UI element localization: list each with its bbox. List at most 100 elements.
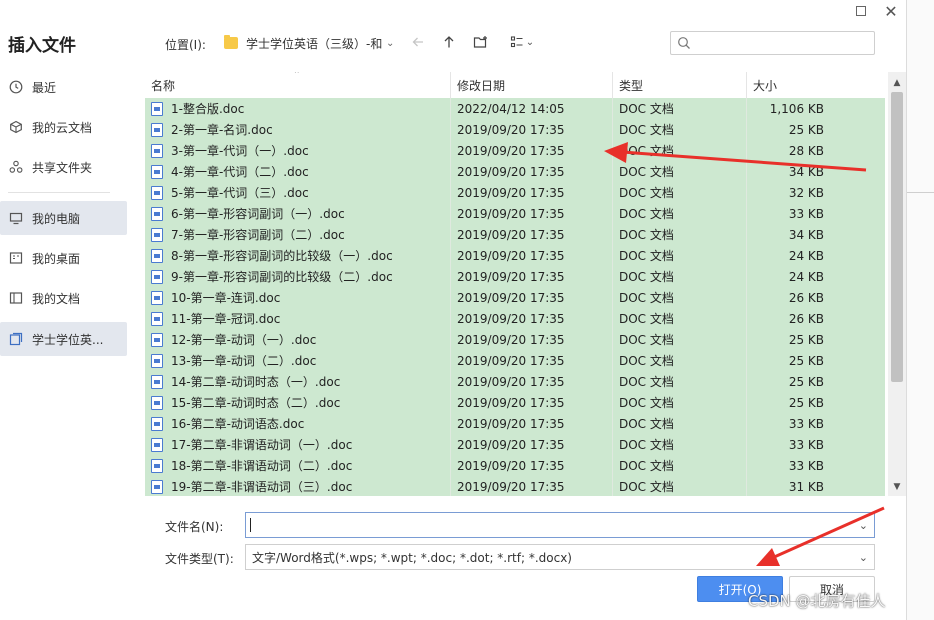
filename-input[interactable]: ⌄ [245,512,875,538]
scrollbar-thumb[interactable] [891,92,903,382]
desktop-icon [8,250,24,266]
file-name-cell: 3-第一章-代词（一）.doc [145,140,451,161]
file-row[interactable]: 3-第一章-代词（一）.doc 2019/09/20 17:35 DOC 文档 28 … [145,140,885,161]
sidebar-item-cloud-docs[interactable]: 我的云文档 [0,110,127,144]
file-row[interactable]: 9-第一章-形容词副词的比较级（二）.doc 2019/09/20 17:35 DO… [145,266,885,287]
close-icon: ✕ [884,2,898,21]
doc-file-icon [151,416,163,431]
file-type-cell: DOC 文档 [613,224,747,245]
location-dropdown[interactable]: 学士学位英语（三级）-和 ⌄ [218,30,398,56]
file-date-cell: 2019/09/20 17:35 [451,329,613,350]
sidebar-item-shared-folder[interactable]: 共享文件夹 [0,150,127,184]
file-name-cell: 13-第一章-动词（二）.doc [145,350,451,371]
file-row[interactable]: 11-第一章-冠词.doc 2019/09/20 17:35 DOC 文档 26 KB [145,308,885,329]
file-name-cell: 1-整合版.doc [145,98,451,119]
file-row[interactable]: 5-第一章-代词（三）.doc 2019/09/20 17:35 DOC 文档 32 … [145,182,885,203]
file-size-cell: 25 KB [788,374,824,389]
file-type-cell: DOC 文档 [613,203,747,224]
sidebar-item-label: 共享文件夹 [32,160,93,175]
doc-file-icon [151,206,163,221]
file-date-cell: 2019/09/20 17:35 [451,287,613,308]
file-row[interactable]: 1-整合版.doc 2022/04/12 14:05 DOC 文档 1,106 KB [145,98,885,119]
file-row[interactable]: 17-第二章-非谓语动词（一）.doc 2019/09/20 17:35 DOC 文… [145,434,885,455]
file-row[interactable]: 7-第一章-形容词副词（二）.doc 2019/09/20 17:35 DOC 文档… [145,224,885,245]
file-date-cell: 2019/09/20 17:35 [451,161,613,182]
column-header-name[interactable]: ⌃ 名称 [145,72,451,98]
close-button[interactable]: ✕ [882,3,900,21]
file-row[interactable]: 15-第二章-动词时态（二）.doc 2019/09/20 17:35 DOC 文档… [145,392,885,413]
scroll-up-icon[interactable]: ▲ [888,74,906,92]
file-row[interactable]: 4-第一章-代词（二）.doc 2019/09/20 17:35 DOC 文档 34 … [145,161,885,182]
file-date-cell: 2019/09/20 17:35 [451,308,613,329]
insert-file-dialog: ✕ 插入文件 最近 我的云文档 共享文件夹 我的电脑 我的桌面 我的文档 学士学… [0,0,906,620]
file-type-cell: DOC 文档 [613,308,747,329]
file-row[interactable]: 12-第一章-动词（一）.doc 2019/09/20 17:35 DOC 文档 25… [145,329,885,350]
file-row[interactable]: 10-第一章-连词.doc 2019/09/20 17:35 DOC 文档 26 KB [145,287,885,308]
sidebar-divider [8,192,110,193]
column-header-type[interactable]: 类型 [613,72,747,98]
sidebar-item-my-computer[interactable]: 我的电脑 [0,201,127,235]
sidebar-item-my-documents[interactable]: 我的文档 [0,281,127,315]
file-date-cell: 2019/09/20 17:35 [451,245,613,266]
file-size-cell: 34 KB [788,164,824,179]
chevron-down-icon: ⌄ [858,551,868,564]
file-size-cell: 33 KB [788,416,824,431]
file-name-cell: 17-第二章-非谓语动词（一）.doc [145,434,451,455]
file-type-cell: DOC 文档 [613,413,747,434]
maximize-button[interactable] [852,3,870,21]
sidebar-item-desktop[interactable]: 我的桌面 [0,241,127,275]
file-row[interactable]: 19-第二章-非谓语动词（三）.doc 2019/09/20 17:35 DOC 文… [145,476,885,496]
sidebar-item-current-folder[interactable]: 学士学位英... [0,322,127,356]
filename-label: 文件名(N): [165,520,224,534]
file-row[interactable]: 2-第一章-名词.doc 2019/09/20 17:35 DOC 文档 25 KB [145,119,885,140]
file-list: ⌃ 名称 修改日期 类型 大小 1-整合版.doc 2022/04/12 14:0… [145,72,905,496]
search-input[interactable] [670,31,875,55]
file-name-cell: 11-第一章-冠词.doc [145,308,451,329]
doc-file-icon [151,143,163,158]
vertical-scrollbar[interactable]: ▲ ▼ [888,72,906,496]
new-folder-button[interactable] [471,32,491,52]
file-row[interactable]: 13-第一章-动词（二）.doc 2019/09/20 17:35 DOC 文档 25… [145,350,885,371]
scroll-down-icon[interactable]: ▼ [888,478,906,496]
file-row[interactable]: 14-第二章-动词时态（一）.doc 2019/09/20 17:35 DOC 文档… [145,371,885,392]
file-row[interactable]: 18-第二章-非谓语动词（二）.doc 2019/09/20 17:35 DOC 文… [145,455,885,476]
sidebar-item-label: 我的文档 [32,291,81,306]
file-row[interactable]: 16-第二章-动词语态.doc 2019/09/20 17:35 DOC 文档 33 … [145,413,885,434]
doc-file-icon [151,269,163,284]
list-view-icon [510,36,523,48]
doc-file-icon [151,395,163,410]
file-name-cell: 18-第二章-非谓语动词（二）.doc [145,455,451,476]
file-date-cell: 2019/09/20 17:35 [451,119,613,140]
sidebar-item-label: 学士学位英... [32,332,104,347]
file-list-header: ⌃ 名称 修改日期 类型 大小 [145,72,885,98]
back-button[interactable] [408,32,428,52]
file-size-cell: 24 KB [788,248,824,263]
doc-file-icon [151,437,163,452]
filetype-select[interactable]: 文字/Word格式(*.wps; *.wpt; *.doc; *.dot; *.… [245,544,875,570]
file-size-cell: 28 KB [788,143,824,158]
file-size-cell: 1,106 KB [769,101,824,116]
file-row[interactable]: 6-第一章-形容词副词（一）.doc 2019/09/20 17:35 DOC 文档… [145,203,885,224]
cloud-cube-icon [8,119,24,135]
sidebar-item-label: 我的云文档 [32,120,93,135]
doc-file-icon [151,248,163,263]
file-type-cell: DOC 文档 [613,434,747,455]
file-size-cell: 26 KB [788,311,824,326]
sidebar-item-recent[interactable]: 最近 [0,70,127,104]
up-folder-button[interactable] [439,32,459,52]
maximize-icon [856,6,866,16]
view-mode-button[interactable]: ⌄ [506,32,538,52]
column-header-date[interactable]: 修改日期 [451,72,613,98]
text-caret [250,518,251,532]
file-size-cell: 31 KB [788,479,824,494]
file-date-cell: 2019/09/20 17:35 [451,182,613,203]
column-header-size[interactable]: 大小 [747,72,830,98]
file-size-cell: 25 KB [788,395,824,410]
filetype-label: 文件类型(T): [165,552,234,566]
arrow-left-icon [412,37,423,47]
chevron-down-icon[interactable]: ⌄ [859,519,868,532]
file-name-cell: 15-第二章-动词时态（二）.doc [145,392,451,413]
clock-icon [8,79,24,95]
watermark-text: CSDN @北房有佳人 [748,592,886,610]
file-row[interactable]: 8-第一章-形容词副词的比较级（一）.doc 2019/09/20 17:35 DO… [145,245,885,266]
